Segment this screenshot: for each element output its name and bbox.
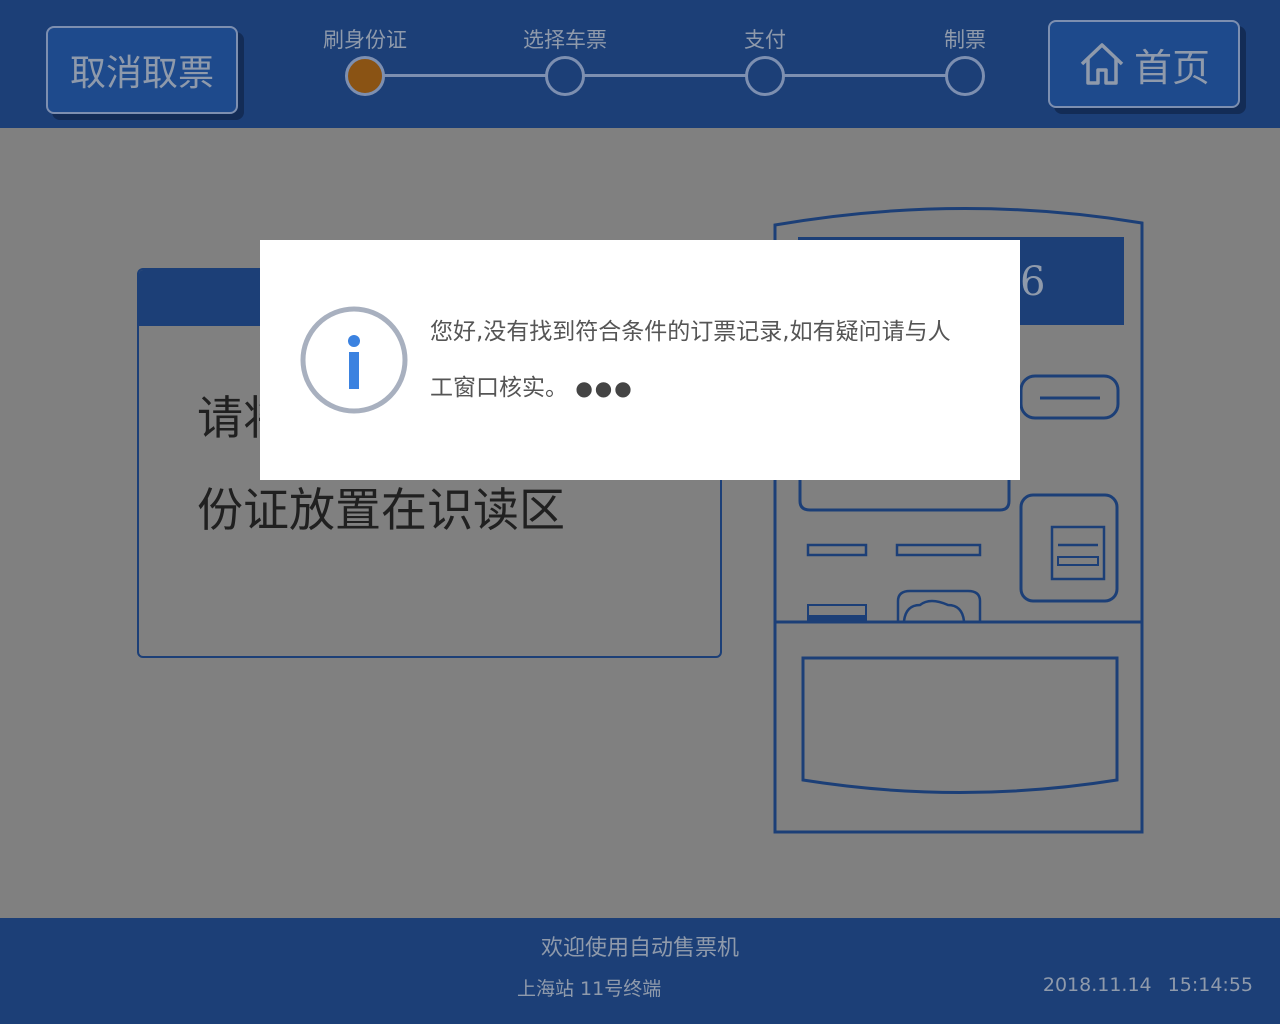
step-connector xyxy=(582,74,746,77)
home-button[interactable]: 首页 xyxy=(1048,20,1240,108)
step-indicator-scan-id xyxy=(345,56,385,96)
machine-number: 6 xyxy=(1020,259,1045,305)
step-label-scan-id: 刷身份证 xyxy=(323,28,407,52)
step-label-pay: 支付 xyxy=(744,28,786,52)
step-connector xyxy=(382,74,546,77)
step-connector xyxy=(782,74,946,77)
step-indicator-pay xyxy=(745,56,785,96)
info-icon xyxy=(300,306,408,414)
station-terminal-text: 上海站 11号终端 xyxy=(517,978,662,1000)
step-indicator-print xyxy=(945,56,985,96)
footer-bar: 欢迎使用自动售票机 上海站 11号终端 2018.11.14 15:14:55 xyxy=(0,918,1280,1024)
welcome-text: 欢迎使用自动售票机 xyxy=(540,936,739,961)
home-label: 首页 xyxy=(1133,45,1210,90)
header-bar: 取消取票 刷身份证 选择车票 支付 制票 首页 xyxy=(0,0,1280,128)
date-text: 2018.11.14 xyxy=(1042,974,1152,996)
home-icon xyxy=(1080,43,1124,85)
datetime-display: 2018.11.14 15:14:55 xyxy=(1043,974,1253,996)
info-dialog: 您好,没有找到符合条件的订票记录,如有疑问请与人 工窗口核实。 ●●● xyxy=(260,240,1020,480)
dialog-message: 您好,没有找到符合条件的订票记录,如有疑问请与人 工窗口核实。 ●●● xyxy=(430,304,990,416)
dialog-message-line-1: 您好,没有找到符合条件的订票记录,如有疑问请与人 xyxy=(430,319,951,345)
time-text: 15:14:55 xyxy=(1167,974,1253,996)
step-label-select-ticket: 选择车票 xyxy=(523,28,607,52)
step-label-print: 制票 xyxy=(944,28,986,52)
loading-dots-icon: ●●● xyxy=(575,376,634,400)
step-indicator-select-ticket xyxy=(545,56,585,96)
dialog-message-line-2: 工窗口核实。 xyxy=(430,375,568,401)
